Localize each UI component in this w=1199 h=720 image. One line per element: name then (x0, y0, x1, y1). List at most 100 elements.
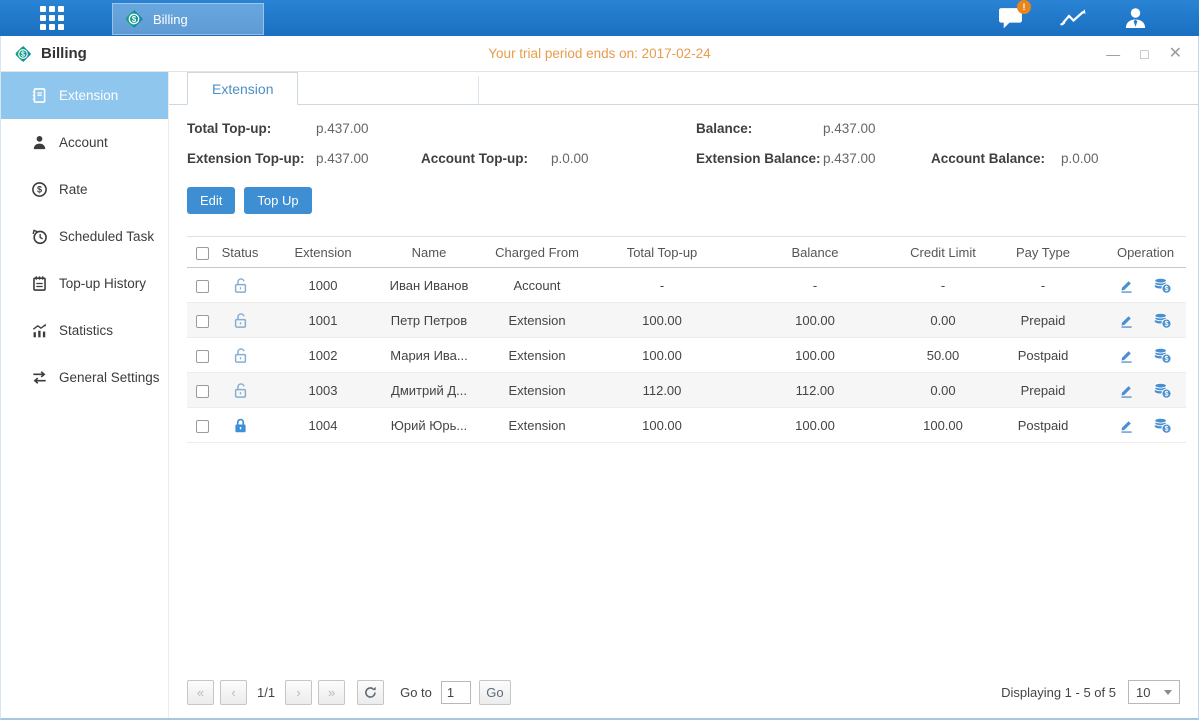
cell-charged-from: Account (475, 268, 599, 303)
taskbar-tab-label: Billing (153, 12, 188, 27)
minimize-button[interactable]: — (1106, 46, 1120, 62)
prev-page-button[interactable]: ‹ (220, 680, 247, 705)
billing-window: Billing Your trial period ends on: 2017-… (0, 36, 1199, 720)
edit-icon[interactable] (1119, 278, 1134, 293)
row-checkbox[interactable] (196, 315, 209, 328)
cell-extension: 1002 (263, 338, 383, 373)
sidebar-item-label: Statistics (59, 323, 113, 338)
summary-label: Extension Balance: (696, 151, 823, 166)
tab-extension[interactable]: Extension (187, 72, 298, 105)
cell-credit-limit: 50.00 (905, 338, 981, 373)
chevron-down-icon (1164, 690, 1172, 695)
edit-icon[interactable] (1119, 383, 1134, 398)
notification-badge: ! (1017, 0, 1031, 14)
sidebar-item-statistics[interactable]: Statistics (1, 307, 168, 354)
top-up-icon[interactable] (1153, 277, 1172, 294)
col-extension: Extension (263, 237, 383, 268)
person-silhouette-icon (1122, 6, 1149, 30)
edit-icon[interactable] (1119, 418, 1134, 433)
sidebar: Extension Account Rate Scheduled Task To… (1, 72, 169, 718)
sidebar-item-rate[interactable]: Rate (1, 166, 168, 213)
col-status: Status (217, 237, 263, 268)
last-page-button[interactable]: » (318, 680, 345, 705)
go-button[interactable]: Go (479, 680, 511, 705)
top-up-icon[interactable] (1153, 417, 1172, 434)
sidebar-item-label: General Settings (59, 370, 160, 385)
col-credit-limit: Credit Limit (905, 237, 981, 268)
summary-label: Account Balance: (931, 151, 1061, 166)
cell-credit-limit: 100.00 (905, 408, 981, 443)
taskbar-billing-tab[interactable]: Billing (112, 3, 264, 35)
goto-page-input[interactable] (441, 681, 471, 704)
person-icon (31, 134, 48, 151)
cell-name: Дмитрий Д... (383, 373, 475, 408)
edit-button[interactable]: Edit (187, 187, 235, 214)
top-up-icon[interactable] (1153, 382, 1172, 399)
first-page-button[interactable]: « (187, 680, 214, 705)
col-name: Name (383, 237, 475, 268)
sidebar-item-general-settings[interactable]: General Settings (1, 354, 168, 401)
summary-label: Balance: (696, 121, 823, 136)
select-all-checkbox[interactable] (196, 247, 209, 260)
sidebar-item-label: Account (59, 135, 108, 150)
table-row: 1002 Мария Ива... Extension 100.00 100.0… (187, 338, 1186, 373)
top-up-icon[interactable] (1153, 347, 1172, 364)
cell-credit-limit: 0.00 (905, 303, 981, 338)
trial-notice: Your trial period ends on: 2017-02-24 (1, 46, 1198, 61)
lock-open-icon[interactable] (232, 382, 249, 399)
page-size-select[interactable]: 10 (1128, 680, 1180, 704)
table-row: 1000 Иван Иванов Account - - - - (187, 268, 1186, 303)
summary-value: p.0.00 (1061, 151, 1180, 166)
refresh-button[interactable] (357, 680, 384, 705)
edit-icon[interactable] (1119, 313, 1134, 328)
sidebar-item-extension[interactable]: Extension (1, 72, 168, 119)
lock-open-icon[interactable] (232, 277, 249, 294)
notifications-icon[interactable]: ! (995, 5, 1027, 31)
row-checkbox[interactable] (196, 280, 209, 293)
sidebar-item-label: Extension (59, 88, 118, 103)
row-checkbox[interactable] (196, 420, 209, 433)
cell-total-topup: - (599, 268, 725, 303)
sidebar-item-top-up-history[interactable]: Top-up History (1, 260, 168, 307)
top-up-icon[interactable] (1153, 312, 1172, 329)
next-page-button[interactable]: › (285, 680, 312, 705)
lock-closed-icon[interactable] (232, 417, 249, 434)
summary-label: Extension Top-up: (187, 151, 316, 166)
cell-charged-from: Extension (475, 408, 599, 443)
goto-label: Go to (400, 685, 432, 700)
sidebar-item-label: Top-up History (59, 276, 146, 291)
cell-extension: 1004 (263, 408, 383, 443)
cell-total-topup: 100.00 (599, 303, 725, 338)
sidebar-item-scheduled-task[interactable]: Scheduled Task (1, 213, 168, 260)
refresh-icon (364, 686, 377, 699)
summary-value: p.437.00 (316, 151, 421, 166)
resource-monitor-icon[interactable] (1057, 5, 1089, 31)
row-checkbox[interactable] (196, 350, 209, 363)
cell-extension: 1001 (263, 303, 383, 338)
cell-charged-from: Extension (475, 303, 599, 338)
row-checkbox[interactable] (196, 385, 209, 398)
sidebar-item-account[interactable]: Account (1, 119, 168, 166)
table-row: 1001 Петр Петров Extension 100.00 100.00… (187, 303, 1186, 338)
col-pay-type: Pay Type (981, 237, 1105, 268)
app-window: Billing ! Billing Your trial period ends… (0, 0, 1199, 720)
top-up-button[interactable]: Top Up (244, 187, 311, 214)
user-account-icon[interactable] (1119, 5, 1151, 31)
tab-bar: Extension (169, 72, 1198, 105)
table-row: 1003 Дмитрий Д... Extension 112.00 112.0… (187, 373, 1186, 408)
summary-label: Account Top-up: (421, 151, 551, 166)
close-button[interactable]: ✕ (1169, 46, 1182, 62)
cell-pay-type: Prepaid (981, 373, 1105, 408)
summary-label: Total Top-up: (187, 121, 316, 136)
apps-grid-button[interactable] (34, 0, 70, 36)
col-charged-from: Charged From (475, 237, 599, 268)
edit-icon[interactable] (1119, 348, 1134, 363)
lock-open-icon[interactable] (232, 312, 249, 329)
cell-charged-from: Extension (475, 373, 599, 408)
maximize-button[interactable]: □ (1140, 46, 1148, 62)
cell-total-topup: 112.00 (599, 373, 725, 408)
col-operation: Operation (1105, 237, 1186, 268)
taskbar-icons: ! (995, 5, 1151, 31)
lock-open-icon[interactable] (232, 347, 249, 364)
cell-name: Юрий Юрь... (383, 408, 475, 443)
